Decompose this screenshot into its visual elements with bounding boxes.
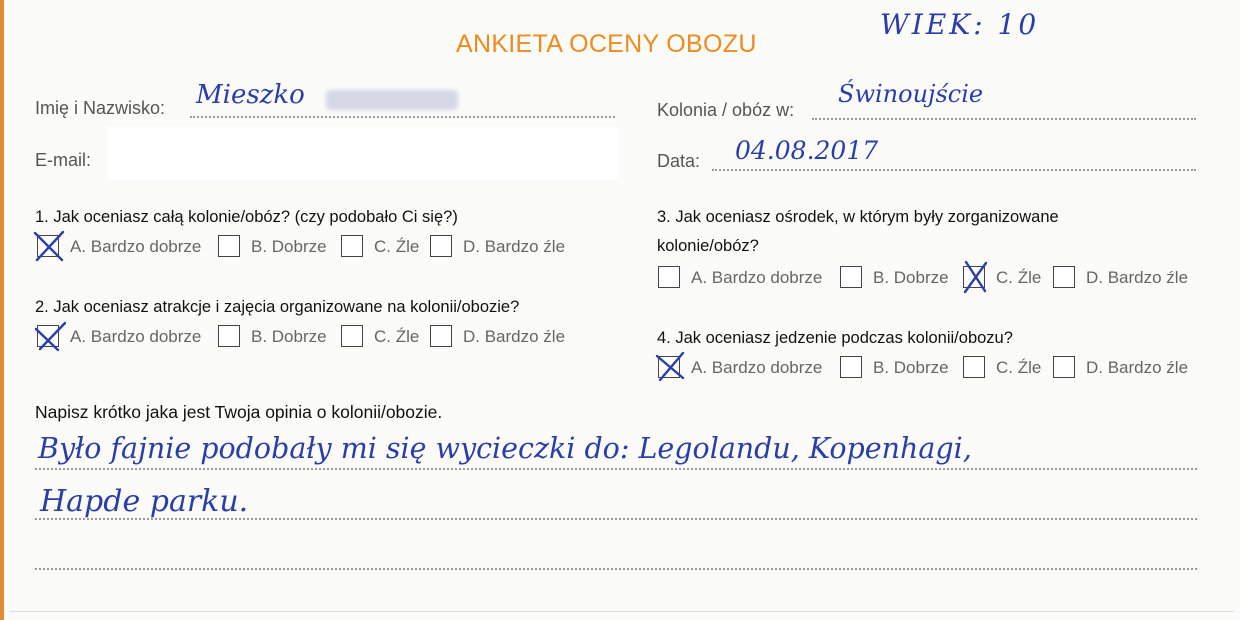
name-handwriting: Mieszko (196, 80, 305, 110)
q1-option-b-label: B. Dobrze (251, 237, 327, 256)
q2-checkbox-d[interactable] (430, 325, 452, 347)
q2-option-b-label: B. Dobrze (251, 327, 327, 346)
question-3-line-2: kolonie/obóz? (657, 237, 759, 255)
q3-option-d-label: D. Bardzo źle (1086, 268, 1189, 287)
q3-checkbox-a[interactable] (658, 266, 680, 288)
q3-checkbox-b[interactable] (840, 266, 862, 288)
q4-checkbox-b[interactable] (840, 356, 862, 378)
question-1: 1. Jak oceniasz całą kolonie/obóz? (czy … (35, 208, 458, 226)
q1-checkbox-c[interactable] (341, 235, 363, 257)
survey-title: ANKIETA OCENY OBOZU (456, 30, 757, 58)
camp-label: Kolonia / obóz w: (657, 100, 795, 120)
q1-checkbox-d[interactable] (430, 235, 452, 257)
q2-checkbox-a[interactable] (37, 325, 59, 347)
q4-option-a-label: A. Bardzo dobrze (691, 358, 823, 377)
camp-handwriting: Świnoujście (838, 80, 984, 108)
q2-checkbox-b[interactable] (218, 325, 240, 347)
question-2: 2. Jak oceniasz atrakcje i zajęcia organ… (35, 298, 520, 316)
redacted-surname (326, 90, 458, 110)
q3-option-c-label: C. Źle (996, 268, 1042, 287)
q1-checkbox-b[interactable] (218, 235, 240, 257)
q3-option-b-label: B. Dobrze (873, 268, 949, 287)
q2-option-a-label: A. Bardzo dobrze (70, 327, 202, 346)
q4-checkbox-c[interactable] (963, 356, 985, 378)
date-label: Data: (657, 151, 701, 171)
opinion-label: Napisz krótko jaka jest Twoja opinia o k… (35, 402, 443, 422)
q2-option-d-label: D. Bardzo źle (463, 327, 566, 346)
email-label: E-mail: (35, 150, 92, 170)
name-label: Imię i Nazwisko: (35, 98, 166, 118)
opinion-handwriting-line-2: Hapde parku. (40, 484, 249, 519)
opinion-line-3 (35, 568, 1197, 570)
q4-option-b-label: B. Dobrze (873, 358, 949, 377)
q3-checkbox-d[interactable] (1053, 266, 1075, 288)
question-4: 4. Jak oceniasz jedzenie podczas kolonii… (657, 329, 1013, 347)
email-redaction (108, 127, 618, 179)
name-line (190, 116, 615, 118)
q2-checkbox-c[interactable] (341, 325, 363, 347)
q1-option-d-label: D. Bardzo źle (463, 237, 566, 256)
q4-option-c-label: C. Źle (996, 358, 1042, 377)
camp-line (812, 118, 1196, 120)
survey-card: ANKIETA OCENY OBOZU WIEK: 10 Imię i Nazw… (0, 0, 1240, 620)
q1-checkbox-a[interactable] (37, 235, 59, 257)
date-line (712, 169, 1196, 171)
q3-checkbox-c[interactable] (963, 266, 985, 288)
age-handwriting: WIEK: 10 (880, 8, 1040, 41)
opinion-handwriting-line-1: Było fajnie podobały mi się wycieczki do… (38, 432, 972, 465)
date-handwriting: 04.08.2017 (735, 136, 879, 165)
q1-option-a-label: A. Bardzo dobrze (70, 237, 202, 256)
opinion-line-1 (35, 468, 1197, 470)
q4-checkbox-d[interactable] (1053, 356, 1075, 378)
q2-option-c-label: C. Źle (374, 327, 420, 346)
q3-option-a-label: A. Bardzo dobrze (691, 268, 823, 287)
q4-option-d-label: D. Bardzo źle (1086, 358, 1189, 377)
q4-checkbox-a[interactable] (658, 356, 680, 378)
question-3-line-1: 3. Jak oceniasz ośrodek, w którym były z… (657, 208, 1059, 226)
q1-option-c-label: C. Źle (374, 237, 420, 256)
